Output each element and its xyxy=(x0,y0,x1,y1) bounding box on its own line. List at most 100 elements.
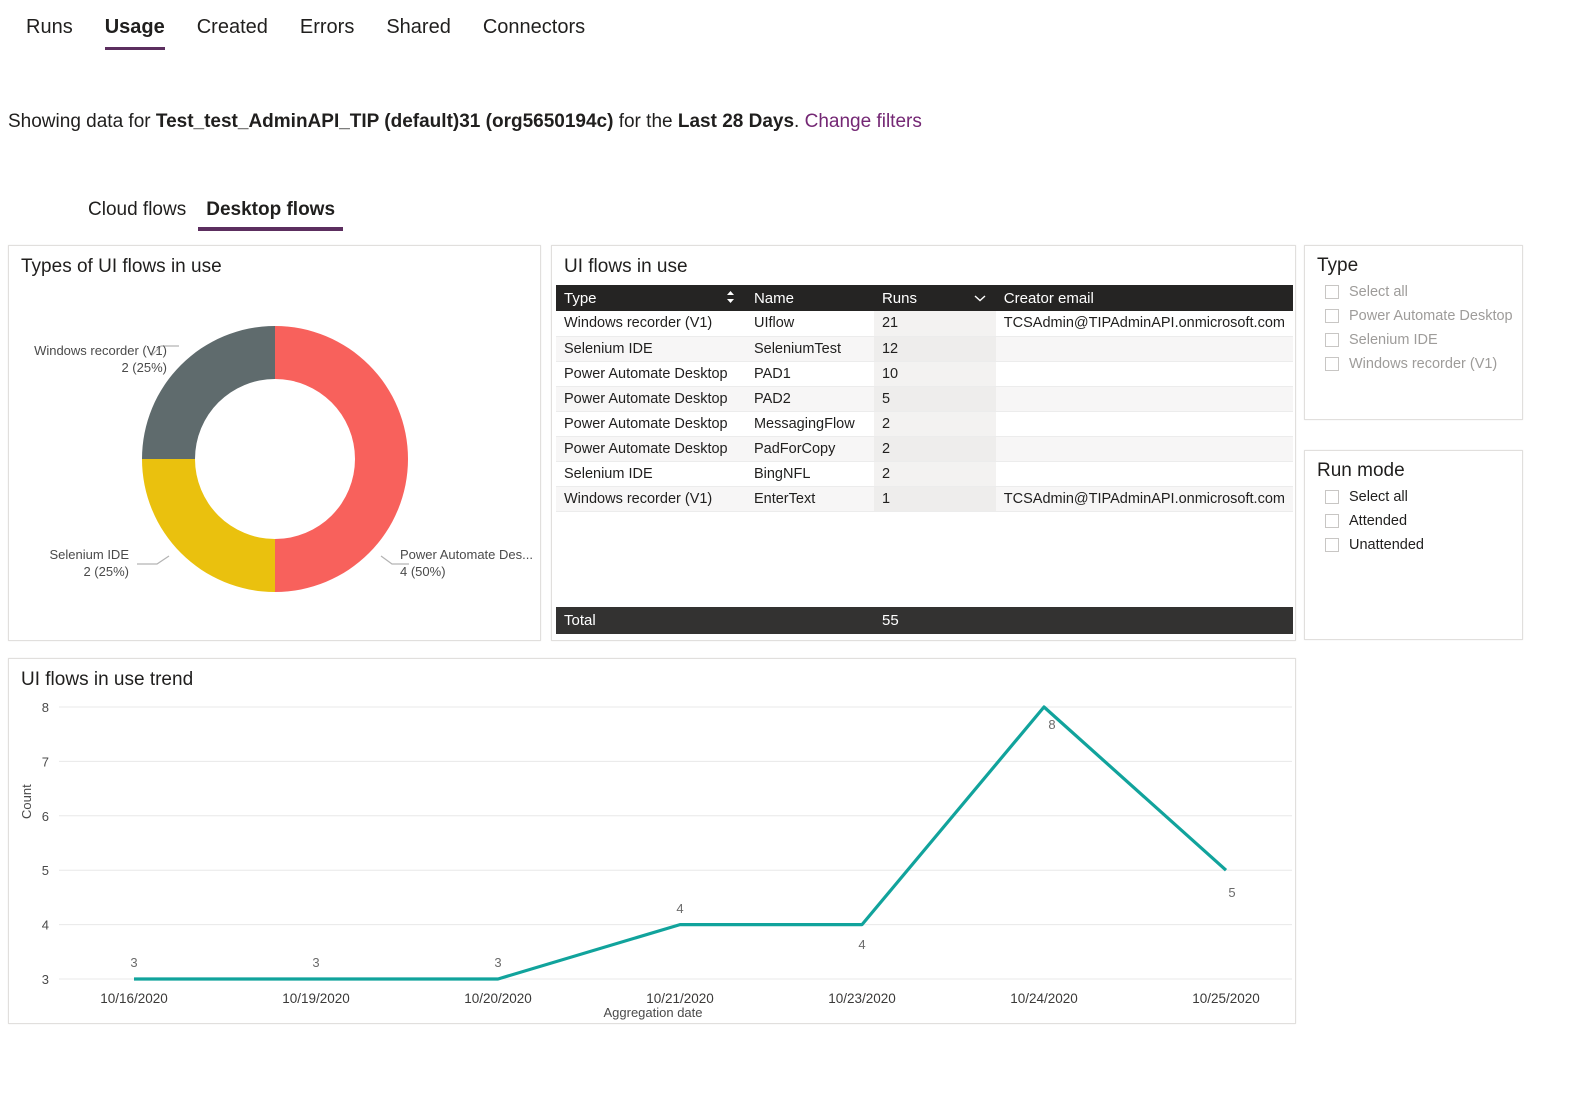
nav-tab-shared[interactable]: Shared xyxy=(370,14,467,50)
y-tick-label: 3 xyxy=(42,972,49,987)
donut-label-windows-recorder: Windows recorder (V1) 2 (25%) xyxy=(9,342,167,376)
cell-runs: 10 xyxy=(873,361,996,387)
filter-suffix-text: . xyxy=(794,111,805,132)
type-filter-option-label: Windows recorder (V1) xyxy=(1349,356,1498,372)
filter-prefix-text: Showing data for xyxy=(8,111,156,132)
cell-runs: 5 xyxy=(873,386,996,412)
cell-name: EnterText xyxy=(745,486,874,512)
cell-runs: 2 xyxy=(873,411,996,437)
checkbox-icon[interactable] xyxy=(1325,490,1339,504)
nav-tab-errors[interactable]: Errors xyxy=(284,14,370,50)
cell-creator-email: TCSAdmin@TIPAdminAPI.onmicrosoft.com xyxy=(995,311,1293,337)
nav-tab-created[interactable]: Created xyxy=(181,14,284,50)
run-mode-option-select-all[interactable]: Select all xyxy=(1305,485,1522,509)
point-value-label: 3 xyxy=(494,955,501,970)
donut-label-value: 4 (50%) xyxy=(400,564,446,579)
column-header-type[interactable]: Type xyxy=(556,285,746,311)
ui-flows-in-use-card: UI flows in use Type Name Runs Creator e… xyxy=(551,245,1296,641)
cell-creator-email xyxy=(995,361,1293,387)
column-header-runs[interactable]: Runs xyxy=(873,285,996,311)
run-mode-option-attended[interactable]: Attended xyxy=(1305,509,1522,533)
sort-updown-icon[interactable] xyxy=(725,290,736,307)
checkbox-icon[interactable] xyxy=(1325,514,1339,528)
table-row[interactable]: Windows recorder (V1) EnterText 1 TCSAdm… xyxy=(556,486,1293,512)
donut-label-value: 2 (25%) xyxy=(83,564,129,579)
nav-tab-label: Usage xyxy=(104,16,165,38)
x-tick-label: 10/19/2020 xyxy=(282,991,350,1006)
donut-label-value: 2 (25%) xyxy=(121,360,167,375)
cell-type: Power Automate Desktop xyxy=(556,411,746,437)
table-header: Type Name Runs Creator email xyxy=(556,285,1293,311)
run-mode-option-label: Select all xyxy=(1349,489,1408,505)
nav-tab-usage[interactable]: Usage xyxy=(89,14,181,50)
checkbox-icon[interactable] xyxy=(1325,357,1339,371)
table-row[interactable]: Windows recorder (V1) UIflow 21 TCSAdmin… xyxy=(556,311,1293,337)
trend-series-line[interactable] xyxy=(134,705,1228,981)
subtab-label: Desktop flows xyxy=(206,199,336,220)
table-row[interactable]: Selenium IDE SeleniumTest 12 xyxy=(556,336,1293,362)
cell-type: Power Automate Desktop xyxy=(556,386,746,412)
checkbox-icon[interactable] xyxy=(1325,333,1339,347)
table-row[interactable]: Power Automate Desktop PAD2 5 xyxy=(556,386,1293,412)
ui-flows-table: Type Name Runs Creator email Windows rec… xyxy=(556,285,1293,512)
trend-card-title: UI flows in use trend xyxy=(21,669,194,690)
cell-type: Power Automate Desktop xyxy=(556,436,746,462)
filter-middle-text: for the xyxy=(613,111,678,132)
cell-type: Windows recorder (V1) xyxy=(556,486,746,512)
y-tick-label: 4 xyxy=(42,918,49,933)
primary-nav-tabs: Runs Usage Created Errors Shared Connect… xyxy=(0,0,1585,60)
table-row[interactable]: Power Automate Desktop PadForCopy 2 xyxy=(556,436,1293,462)
type-filter-option-windows-recorder[interactable]: Windows recorder (V1) xyxy=(1305,352,1522,376)
type-filter-option-power-automate-desktop[interactable]: Power Automate Desktop xyxy=(1305,304,1522,328)
cell-type: Selenium IDE xyxy=(556,336,746,362)
nav-tab-connectors[interactable]: Connectors xyxy=(467,14,601,50)
column-header-label: Type xyxy=(564,289,597,307)
subtab-label: Cloud flows xyxy=(88,199,187,220)
cell-name: BingNFL xyxy=(745,461,874,487)
type-filter-option-selenium-ide[interactable]: Selenium IDE xyxy=(1305,328,1522,352)
donut-slice-selenium-ide[interactable] xyxy=(142,459,275,592)
cell-creator-email xyxy=(995,411,1293,437)
checkbox-icon[interactable] xyxy=(1325,285,1339,299)
y-tick-label: 8 xyxy=(42,700,49,715)
point-value-label: 5 xyxy=(1228,885,1235,900)
table-body: Windows recorder (V1) UIflow 21 TCSAdmin… xyxy=(556,311,1293,512)
table-card-title: UI flows in use xyxy=(564,256,688,277)
cell-creator-email xyxy=(995,336,1293,362)
trend-line-chart[interactable]: 8 7 6 5 4 3 3 3 3 4 4 8 5 10/16/2020 10/… xyxy=(9,689,1297,1019)
x-tick-label: 10/20/2020 xyxy=(464,991,532,1006)
filter-period: Last 28 Days xyxy=(677,111,795,132)
column-header-creator-email[interactable]: Creator email xyxy=(995,285,1293,311)
subtab-desktop-flows[interactable]: Desktop flows xyxy=(196,198,345,231)
x-tick-label: 10/24/2020 xyxy=(1010,991,1078,1006)
type-filter-option-label: Power Automate Desktop xyxy=(1349,308,1513,324)
total-label: Total xyxy=(564,612,596,629)
type-filter-option-select-all[interactable]: Select all xyxy=(1305,280,1522,304)
nav-tab-runs[interactable]: Runs xyxy=(10,14,89,50)
table-row[interactable]: Power Automate Desktop MessagingFlow 2 xyxy=(556,411,1293,437)
table-row[interactable]: Selenium IDE BingNFL 2 xyxy=(556,461,1293,487)
run-mode-option-unattended[interactable]: Unattended xyxy=(1305,533,1522,557)
chevron-down-icon[interactable] xyxy=(974,290,986,305)
subtab-cloud-flows[interactable]: Cloud flows xyxy=(78,198,196,231)
donut-label-selenium-ide: Selenium IDE 2 (25%) xyxy=(9,546,129,580)
column-header-label: Name xyxy=(753,289,794,307)
checkbox-icon[interactable] xyxy=(1325,538,1339,552)
ui-flows-trend-card: UI flows in use trend Count Aggregation … xyxy=(8,658,1296,1024)
x-tick-label: 10/16/2020 xyxy=(100,991,168,1006)
x-tick-label: 10/23/2020 xyxy=(828,991,896,1006)
point-value-label: 8 xyxy=(1048,717,1055,732)
column-header-name[interactable]: Name xyxy=(745,285,874,311)
y-tick-label: 7 xyxy=(42,754,49,769)
cell-runs: 1 xyxy=(873,486,996,512)
table-row[interactable]: Power Automate Desktop PAD1 10 xyxy=(556,361,1293,387)
point-value-label: 4 xyxy=(676,901,683,916)
change-filters-link[interactable]: Change filters xyxy=(805,111,922,132)
run-mode-filter-title: Run mode xyxy=(1317,460,1405,481)
checkbox-icon[interactable] xyxy=(1325,309,1339,323)
donut-slice-power-automate-desktop[interactable] xyxy=(275,326,408,592)
type-filter-option-label: Selenium IDE xyxy=(1349,332,1438,348)
run-mode-option-label: Unattended xyxy=(1349,537,1424,553)
donut-chart[interactable] xyxy=(9,246,542,642)
cell-name: PadForCopy xyxy=(745,436,874,462)
